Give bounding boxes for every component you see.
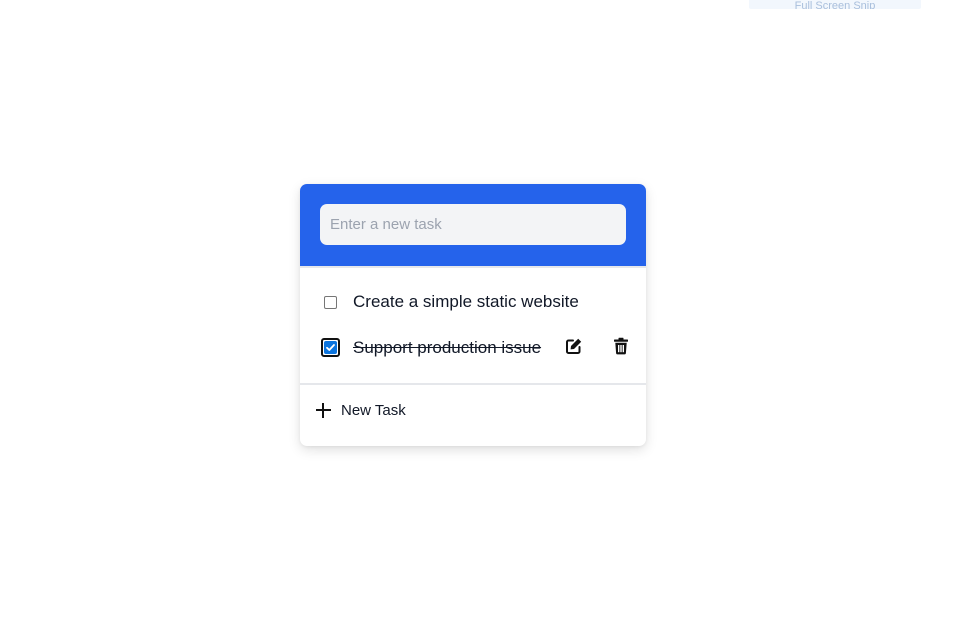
snip-chip-label: Full Screen Snip (794, 0, 876, 9)
task-item: Create a simple static website (300, 280, 646, 328)
trash-icon[interactable] (613, 337, 629, 355)
task-text: Create a simple static website (353, 292, 579, 311)
edit-icon[interactable] (565, 337, 583, 355)
task-checkbox[interactable] (324, 296, 337, 309)
header-divider (300, 266, 646, 268)
task-checkbox-checked[interactable] (321, 338, 340, 357)
check-icon (326, 344, 335, 351)
new-task-button[interactable]: New Task (316, 398, 406, 422)
new-task-label: New Task (341, 401, 406, 419)
todo-header (300, 184, 646, 266)
task-list: Create a simple static website Support p… (300, 280, 646, 376)
footer-divider (300, 383, 646, 385)
todo-card: Create a simple static website Support p… (300, 184, 646, 446)
task-text: Support production issue (353, 338, 542, 357)
task-item: Support production issue (300, 328, 646, 376)
plus-icon (316, 402, 331, 418)
snip-chip[interactable]: Full Screen Snip (749, 0, 921, 9)
new-task-input[interactable] (320, 204, 626, 245)
